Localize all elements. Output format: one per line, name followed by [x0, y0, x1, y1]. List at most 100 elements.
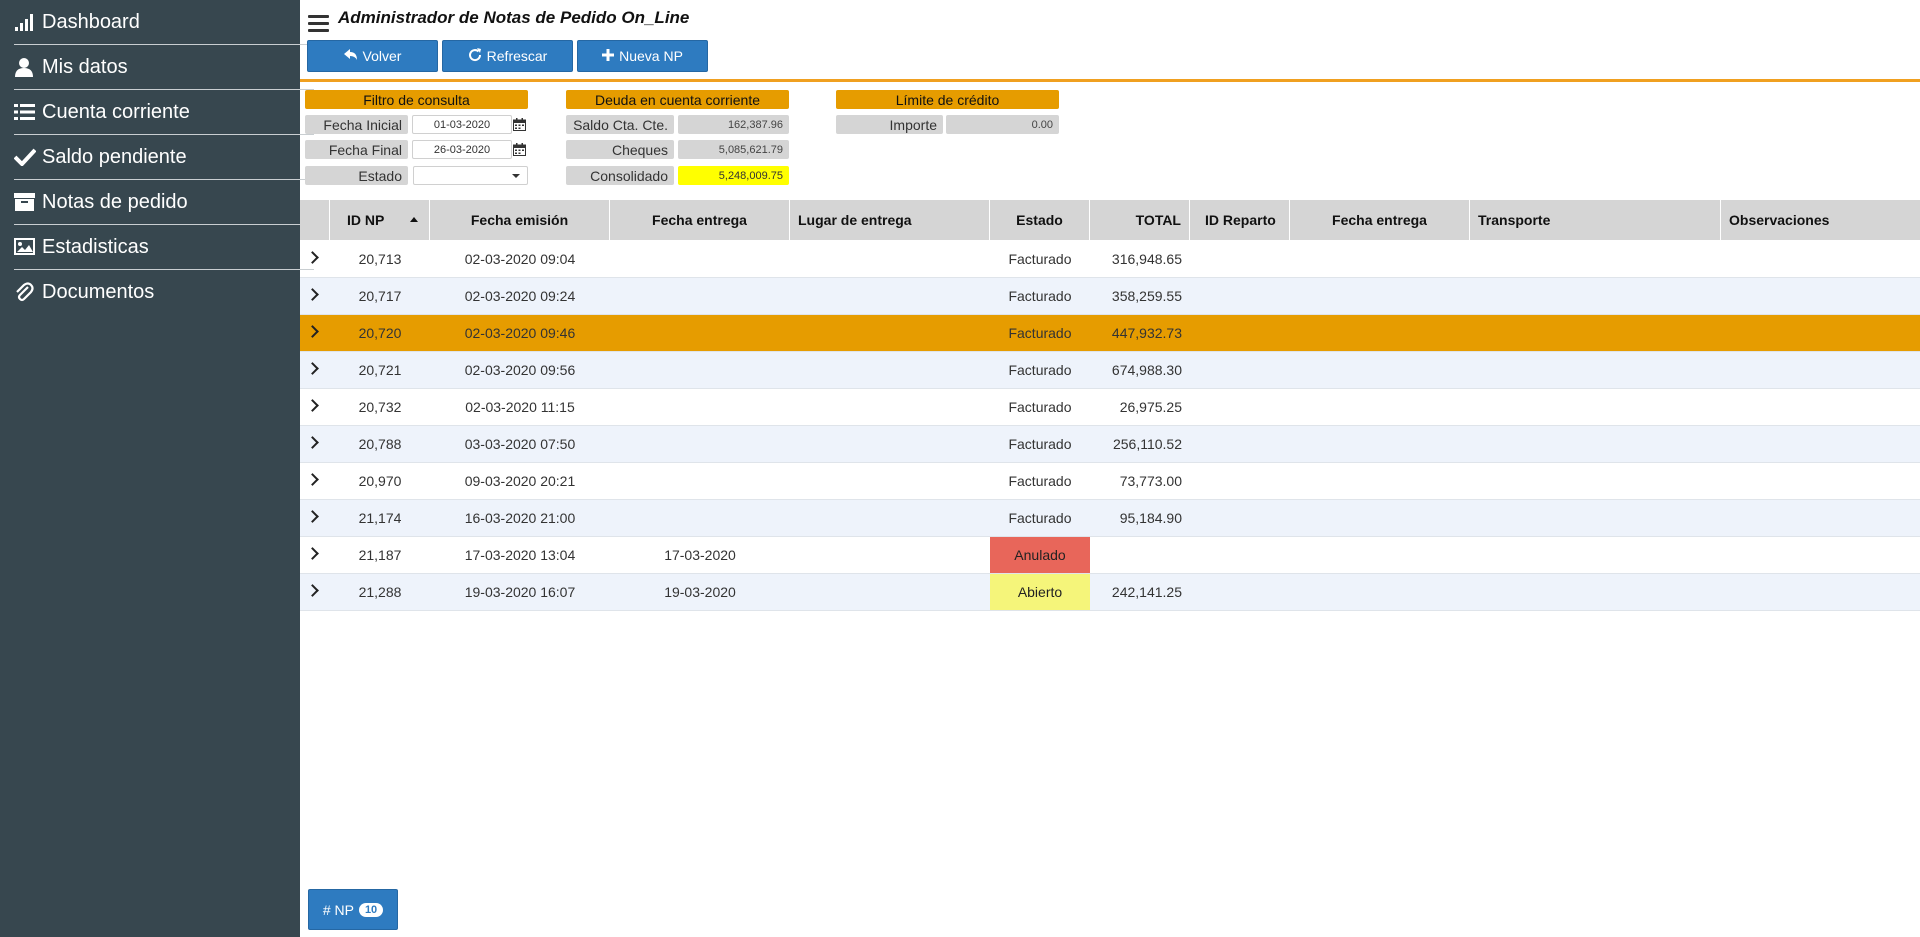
cell-estado: Facturado	[1008, 473, 1072, 489]
cell-id-np: 21,288	[358, 584, 402, 600]
refrescar-button[interactable]: Refrescar	[442, 40, 573, 72]
column-header-id-reparto[interactable]: ID Reparto	[1190, 200, 1290, 240]
cell-estado-anulado: Anulado	[990, 537, 1090, 573]
cell-fecha-entrega: 17-03-2020	[664, 547, 736, 563]
cell-fecha-entrega	[610, 352, 790, 388]
sidebar: Dashboard Mis datos Cuenta corriente Sal…	[0, 0, 314, 937]
column-header-observaciones[interactable]: Observaciones	[1721, 200, 1920, 240]
nueva-np-button[interactable]: Nueva NP	[577, 40, 708, 72]
cell-total: 95,184.90	[1119, 510, 1182, 526]
column-header-fecha-emision[interactable]: Fecha emisión	[430, 200, 610, 240]
table-row[interactable]: 20,717 02-03-2020 09:24 Facturado 358,25…	[300, 278, 1920, 315]
sidebar-item-dashboard[interactable]: Dashboard	[14, 0, 314, 44]
sidebar-item-label: Documentos	[42, 280, 155, 303]
sidebar-item-estadisticas[interactable]: Estadisticas	[14, 225, 314, 269]
column-header-lugar-entrega[interactable]: Lugar de entrega	[790, 200, 990, 240]
table-row[interactable]: 20,721 02-03-2020 09:56 Facturado 674,98…	[300, 352, 1920, 389]
calendar-icon[interactable]	[513, 143, 526, 156]
cell-estado: Facturado	[1008, 288, 1072, 304]
cell-total: 316,948.65	[1111, 251, 1182, 267]
table-row[interactable]: 21,187 17-03-2020 13:04 17-03-2020 Anula…	[300, 537, 1920, 574]
refresh-icon	[468, 47, 482, 65]
cell-id-np: 20,717	[358, 288, 402, 304]
cell-total: 26,975.25	[1119, 399, 1182, 415]
saldo-label: Saldo Cta. Cte.	[566, 115, 674, 134]
chevron-right-icon[interactable]	[306, 510, 319, 523]
column-header-fecha-entrega[interactable]: Fecha entrega	[610, 200, 790, 240]
chevron-right-icon[interactable]	[306, 399, 319, 412]
table-row[interactable]: 20,788 03-03-2020 07:50 Facturado 256,11…	[300, 426, 1920, 463]
cell-total: 73,773.00	[1119, 473, 1182, 489]
chevron-right-icon[interactable]	[306, 436, 319, 449]
cell-total: 358,259.55	[1111, 288, 1182, 304]
cell-fecha-emision: 16-03-2020 21:00	[464, 510, 576, 526]
sidebar-item-label: Estadisticas	[42, 235, 149, 258]
sidebar-item-cuenta-corriente[interactable]: Cuenta corriente	[14, 90, 314, 134]
volver-button[interactable]: Volver	[307, 40, 438, 72]
fecha-inicial-label: Fecha Inicial	[305, 115, 408, 134]
chevron-right-icon[interactable]	[306, 251, 319, 264]
cell-id-np: 20,788	[358, 436, 402, 452]
filtro-title: Filtro de consulta	[305, 90, 528, 109]
column-header-total[interactable]: TOTAL	[1090, 200, 1190, 240]
column-header-label: ID NP	[347, 212, 385, 228]
fecha-inicial-input[interactable]: 01-03-2020	[412, 115, 512, 134]
cell-total: 242,141.25	[1111, 584, 1182, 600]
table-row[interactable]: 20,732 02-03-2020 11:15 Facturado 26,975…	[300, 389, 1920, 426]
image-icon	[14, 238, 40, 256]
cell-fecha-emision: 02-03-2020 09:04	[464, 251, 576, 267]
cell-estado: Facturado	[1008, 362, 1072, 378]
column-header-transporte[interactable]: Transporte	[1470, 200, 1721, 240]
cell-estado: Facturado	[1008, 510, 1072, 526]
sidebar-item-notas-de-pedido[interactable]: Notas de pedido	[14, 180, 314, 224]
np-count-button[interactable]: # NP 10	[308, 889, 398, 930]
sidebar-item-mis-datos[interactable]: Mis datos	[14, 45, 314, 89]
cheques-label: Cheques	[566, 140, 674, 159]
table-row[interactable]: 21,174 16-03-2020 21:00 Facturado 95,184…	[300, 500, 1920, 537]
cell-fecha-emision: 17-03-2020 13:04	[464, 547, 576, 563]
chevron-right-icon[interactable]	[306, 584, 319, 597]
volver-label: Volver	[362, 48, 402, 64]
cell-total: 256,110.52	[1112, 436, 1182, 452]
cell-fecha-entrega	[610, 315, 790, 351]
cell-fecha-emision: 19-03-2020 16:07	[464, 584, 576, 600]
header-divider	[300, 79, 1920, 82]
paperclip-icon	[14, 282, 40, 302]
menu-toggle-icon[interactable]	[308, 15, 329, 33]
sort-ascending-icon	[410, 217, 418, 222]
chevron-right-icon[interactable]	[306, 288, 319, 301]
cell-total: 674,988.30	[1111, 362, 1182, 378]
chevron-right-icon[interactable]	[306, 325, 319, 338]
cell-estado-abierto: Abierto	[990, 574, 1090, 610]
cell-id-np: 20,713	[358, 251, 402, 267]
table-row[interactable]: 21,288 19-03-2020 16:07 19-03-2020 Abier…	[300, 574, 1920, 611]
sidebar-item-saldo-pendiente[interactable]: Saldo pendiente	[14, 135, 314, 179]
column-header-id-np[interactable]: ID NP	[330, 200, 430, 240]
chevron-right-icon[interactable]	[306, 362, 319, 375]
user-icon	[14, 57, 40, 77]
column-header-estado[interactable]: Estado	[990, 200, 1090, 240]
chevron-down-icon	[512, 174, 520, 178]
consolidado-label: Consolidado	[566, 166, 674, 185]
chevron-right-icon[interactable]	[306, 473, 319, 486]
plus-icon	[602, 48, 615, 64]
sidebar-item-label: Cuenta corriente	[42, 100, 190, 123]
table-row-selected[interactable]: 20,720 02-03-2020 09:46 Facturado 447,93…	[300, 315, 1920, 352]
table-row[interactable]: 20,713 02-03-2020 09:04 Facturado 316,94…	[300, 241, 1920, 278]
cell-fecha-entrega	[610, 426, 790, 462]
sidebar-item-documentos[interactable]: Documentos	[14, 270, 314, 314]
cell-fecha-emision: 02-03-2020 09:56	[464, 362, 576, 378]
table-row[interactable]: 20,970 09-03-2020 20:21 Facturado 73,773…	[300, 463, 1920, 500]
page-title: Administrador de Notas de Pedido On_Line	[338, 8, 690, 27]
cell-id-np: 20,720	[358, 325, 402, 341]
calendar-icon[interactable]	[513, 118, 526, 131]
cell-fecha-emision: 09-03-2020 20:21	[464, 473, 576, 489]
cell-id-np: 21,174	[358, 510, 402, 526]
estado-select[interactable]	[413, 166, 528, 185]
cell-fecha-entrega	[610, 241, 790, 277]
chevron-right-icon[interactable]	[306, 547, 319, 560]
column-header-fecha-entrega-2[interactable]: Fecha entrega	[1290, 200, 1470, 240]
sidebar-item-label: Notas de pedido	[42, 190, 188, 213]
list-icon	[14, 103, 40, 121]
fecha-final-input[interactable]: 26-03-2020	[412, 140, 512, 159]
